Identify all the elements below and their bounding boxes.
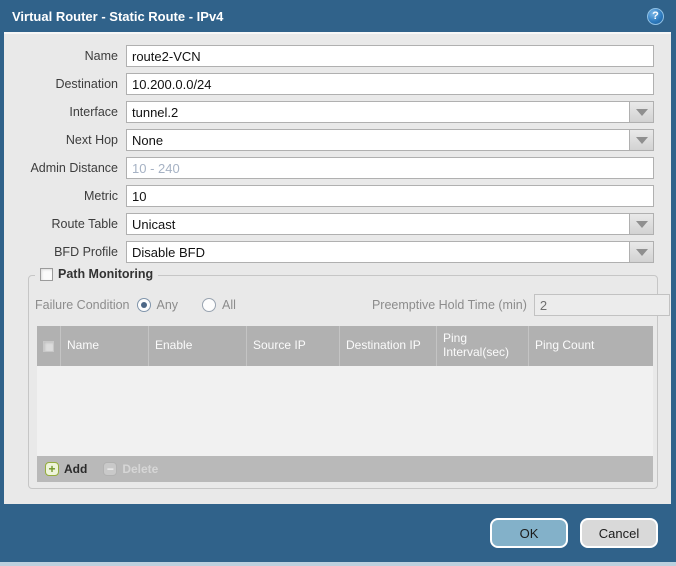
column-header-name: Name	[61, 326, 149, 366]
bfd-profile-label: BFD Profile	[4, 245, 126, 259]
preemptive-hold-input[interactable]	[534, 294, 670, 316]
chevron-down-icon[interactable]	[629, 214, 653, 234]
form-row-interface: Interface tunnel.2	[4, 101, 671, 123]
radio-all-icon[interactable]	[202, 298, 216, 312]
metric-input[interactable]	[126, 185, 654, 207]
table-body-empty	[37, 366, 653, 456]
dialog-title-bar: Virtual Router - Static Route - IPv4 ?	[0, 0, 676, 32]
form-row-metric: Metric	[4, 185, 671, 207]
path-monitoring-table: Name Enable Source IP Destination IP Pin…	[37, 326, 653, 482]
next-hop-label: Next Hop	[4, 133, 126, 147]
column-header-ping-interval: Ping Interval(sec)	[437, 326, 529, 366]
next-hop-dropdown[interactable]: None	[126, 129, 654, 151]
chevron-down-icon[interactable]	[629, 130, 653, 150]
path-monitoring-legend: Path Monitoring	[35, 267, 158, 281]
select-all-cell	[37, 326, 61, 366]
table-toolbar: + Add − Delete	[37, 456, 653, 482]
radio-any-icon[interactable]	[137, 298, 151, 312]
dialog-title: Virtual Router - Static Route - IPv4	[12, 9, 223, 24]
route-table-dropdown[interactable]: Unicast	[126, 213, 654, 235]
route-table-label: Route Table	[4, 217, 126, 231]
ok-button[interactable]: OK	[490, 518, 568, 548]
form-row-next-hop: Next Hop None	[4, 129, 671, 151]
interface-value: tunnel.2	[132, 105, 178, 120]
minus-icon: −	[103, 462, 117, 476]
delete-button[interactable]: − Delete	[103, 462, 158, 476]
chevron-down-icon[interactable]	[629, 242, 653, 262]
add-button-label: Add	[64, 462, 87, 476]
column-header-destination-ip: Destination IP	[340, 326, 437, 366]
form-row-bfd-profile: BFD Profile Disable BFD	[4, 241, 671, 263]
plus-icon: +	[45, 462, 59, 476]
dialog-body: Name Destination Interface tunnel.2 Next…	[4, 32, 671, 504]
path-monitoring-checkbox[interactable]	[40, 268, 53, 281]
route-table-value: Unicast	[132, 217, 175, 232]
radio-any-label: Any	[157, 298, 179, 312]
bfd-profile-value: Disable BFD	[132, 245, 205, 260]
dialog-footer: OK Cancel	[0, 504, 676, 566]
destination-input[interactable]	[126, 73, 654, 95]
add-button[interactable]: + Add	[45, 462, 87, 476]
failure-condition-label: Failure Condition	[35, 298, 137, 312]
static-route-dialog: Virtual Router - Static Route - IPv4 ? N…	[0, 0, 676, 566]
admin-distance-label: Admin Distance	[4, 161, 126, 175]
form-row-admin-distance: Admin Distance	[4, 157, 671, 179]
column-header-enable: Enable	[149, 326, 247, 366]
admin-distance-input[interactable]	[126, 157, 654, 179]
interface-dropdown[interactable]: tunnel.2	[126, 101, 654, 123]
radio-option-any[interactable]: Any	[137, 298, 179, 312]
cancel-button[interactable]: Cancel	[580, 518, 658, 548]
form-row-route-table: Route Table Unicast	[4, 213, 671, 235]
form-row-destination: Destination	[4, 73, 671, 95]
destination-label: Destination	[4, 77, 126, 91]
interface-label: Interface	[4, 105, 126, 119]
table-header-row: Name Enable Source IP Destination IP Pin…	[37, 326, 653, 366]
metric-label: Metric	[4, 189, 126, 203]
name-input[interactable]	[126, 45, 654, 67]
select-all-checkbox[interactable]	[43, 341, 54, 352]
failure-condition-row: Failure Condition Any All Preemptive Hol…	[35, 294, 651, 316]
column-header-ping-count: Ping Count	[529, 326, 653, 366]
column-header-source-ip: Source IP	[247, 326, 340, 366]
chevron-down-icon[interactable]	[629, 102, 653, 122]
radio-all-label: All	[222, 298, 236, 312]
form-row-name: Name	[4, 45, 671, 67]
path-monitoring-label: Path Monitoring	[58, 267, 153, 281]
preemptive-hold-label: Preemptive Hold Time (min)	[372, 298, 534, 312]
path-monitoring-section: Path Monitoring Failure Condition Any Al…	[28, 275, 658, 489]
radio-option-all[interactable]: All	[202, 298, 236, 312]
next-hop-value: None	[132, 133, 163, 148]
bfd-profile-dropdown[interactable]: Disable BFD	[126, 241, 654, 263]
name-label: Name	[4, 49, 126, 63]
delete-button-label: Delete	[122, 462, 158, 476]
help-icon[interactable]: ?	[647, 8, 664, 25]
